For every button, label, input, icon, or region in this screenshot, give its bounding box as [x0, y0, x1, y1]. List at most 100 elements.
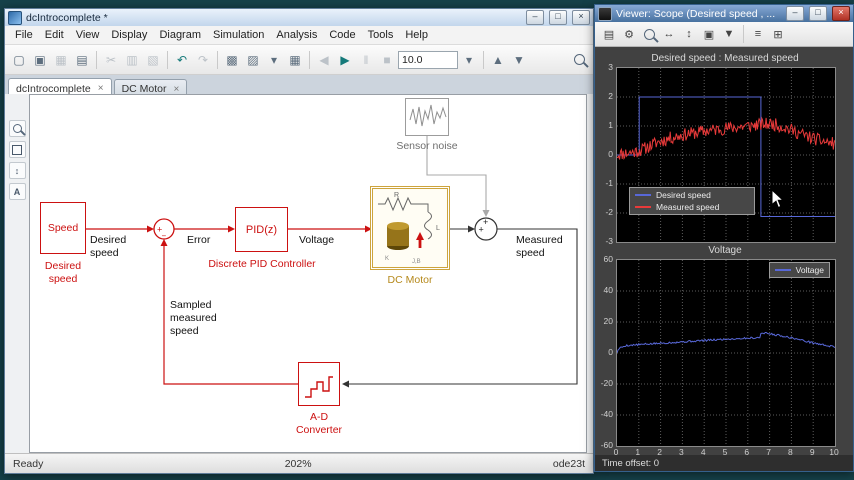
plot-bottom	[616, 259, 836, 447]
y-tick-label: -2	[605, 207, 613, 217]
motor-l-label: L	[436, 225, 440, 232]
desired-speed-source-label: Desired speed	[44, 260, 82, 286]
sensor-noise-label: Sensor noise	[396, 140, 458, 152]
open-model-icon[interactable]: ▣	[30, 50, 50, 70]
legend-top[interactable]: Desired speed Measured speed	[629, 187, 755, 215]
pid-block-text: PID(z)	[245, 223, 278, 236]
toolbar-separator	[217, 50, 218, 69]
library-browser-icon[interactable]: ▩	[222, 50, 242, 70]
sensor-noise-block[interactable]	[405, 98, 449, 136]
y-tick-label: 60	[603, 254, 613, 264]
feedback-label-sampled-measured-speed: Sampled measured speed	[170, 299, 217, 338]
sum1-minus-sign: −	[162, 232, 167, 241]
menu-view[interactable]: View	[70, 28, 106, 42]
y-tick-label: 40	[603, 285, 613, 295]
canvas-area: ↕ A + − + + Speed Desired speed PID(z) D…	[5, 94, 593, 453]
sim-mode-dropdown-icon[interactable]: ▾	[459, 50, 479, 70]
simulink-window: dcIntrocomplete * – □ × File Edit View Disp…	[4, 8, 594, 474]
zoom-level: 202%	[284, 457, 312, 470]
print-icon[interactable]: ▤	[72, 50, 92, 70]
status-ready: Ready	[13, 457, 44, 470]
menu-simulation[interactable]: Simulation	[207, 28, 270, 42]
simulink-app-icon	[8, 10, 22, 25]
autoscale-icon[interactable]: ▣	[700, 25, 718, 43]
y-tick-label: 2	[608, 91, 613, 101]
tab-close-icon[interactable]: ×	[174, 84, 180, 95]
cut-icon: ✂	[105, 52, 117, 67]
maximize-button[interactable]: □	[549, 10, 567, 25]
y-tick-label: -1	[605, 178, 613, 188]
legend-bottom[interactable]: Voltage	[768, 262, 830, 278]
signal-selector-icon[interactable]: ⊞	[769, 25, 787, 43]
library-dropdown-icon[interactable]: ▾	[264, 50, 284, 70]
mouse-cursor	[771, 189, 785, 209]
menu-file[interactable]: File	[9, 28, 39, 42]
undo-icon[interactable]: ↶	[172, 50, 192, 70]
menu-code[interactable]: Code	[323, 28, 361, 42]
menu-analysis[interactable]: Analysis	[270, 28, 323, 42]
menu-tools[interactable]: Tools	[362, 28, 400, 42]
save-axes-settings-icon[interactable]: ▼	[720, 25, 738, 43]
motor-r-label: R	[394, 192, 399, 199]
simulation-stop-time-input[interactable]	[398, 50, 458, 69]
annotation-icon[interactable]: A	[8, 183, 26, 200]
scope-footer: Time offset: 0	[595, 455, 853, 471]
discrete-pid-controller-block[interactable]: PID(z)	[235, 207, 288, 252]
desired-speed-source-block[interactable]: Speed	[40, 202, 86, 254]
y-tick-label: -40	[600, 409, 613, 419]
y-tick-labels-bottom: -60 -40 -20 0 20 40 60	[595, 254, 613, 450]
model-config-icon[interactable]: ▨	[243, 50, 263, 70]
scope-plot-panel: Desired speed : Measured speed -3 -2 -1 0 1 2…	[595, 47, 853, 457]
fit-to-view-icon[interactable]	[8, 141, 26, 158]
menu-edit[interactable]: Edit	[39, 28, 70, 42]
zoom-y-icon[interactable]: ↕	[680, 25, 698, 43]
axes-top-title: Desired speed : Measured speed	[651, 53, 799, 64]
speed-block-text: Speed	[47, 222, 79, 234]
y-tick-label: -20	[600, 378, 613, 388]
tab-label: dcIntrocomplete	[16, 82, 91, 95]
y-tick-label: 20	[603, 316, 613, 326]
scope-parameters-icon[interactable]: ⚙	[620, 25, 638, 43]
zoom-icon[interactable]	[8, 120, 26, 137]
close-button[interactable]: ×	[572, 10, 590, 25]
canvas-tool-strip: ↕ A	[8, 120, 26, 200]
scope-minimize-button[interactable]: –	[786, 6, 804, 21]
zoom-icon[interactable]	[640, 25, 658, 43]
pause-icon: ‖	[363, 52, 369, 67]
ad-converter-block[interactable]	[298, 362, 340, 406]
tab-close-icon[interactable]: ×	[98, 83, 104, 94]
build-icon[interactable]: ▲	[488, 50, 508, 70]
scope-titlebar[interactable]: Viewer: Scope (Desired speed , ... – □ ×	[595, 5, 853, 22]
simulink-titlebar[interactable]: dcIntrocomplete * – □ ×	[5, 9, 593, 26]
search-icon[interactable]	[569, 50, 589, 70]
scope-toolbar: ▤ ⚙ ↔ ↕ ▣ ▼ ≡ ⊞	[595, 22, 853, 47]
toolbar-separator	[309, 50, 310, 69]
y-tick-label: -3	[605, 236, 613, 246]
scope-maximize-button[interactable]: □	[809, 6, 827, 21]
model-explorer-icon[interactable]: ▦	[285, 50, 305, 70]
scope-close-button[interactable]: ×	[832, 6, 850, 21]
new-model-icon[interactable]: ▢	[9, 50, 29, 70]
menu-help[interactable]: Help	[399, 28, 434, 42]
menu-diagram[interactable]: Diagram	[153, 28, 207, 42]
toolbar-separator	[743, 25, 744, 43]
desktop: dcIntrocomplete * – □ × File Edit View Disp…	[0, 0, 854, 480]
save-icon: ▦	[55, 52, 67, 67]
pan-icon[interactable]: ↕	[8, 162, 26, 179]
stop-icon: ■	[383, 52, 391, 67]
run-icon[interactable]: ▶	[335, 50, 355, 70]
zoom-x-icon[interactable]: ↔	[660, 25, 678, 43]
legends-toggle-icon[interactable]: ≡	[749, 25, 767, 43]
more-tools-dropdown-icon[interactable]: ▼	[509, 50, 529, 70]
dc-motor-block[interactable]: R L K J,B	[372, 188, 448, 268]
model-canvas[interactable]: + − + + Speed Desired speed PID(z) Discr…	[29, 94, 587, 453]
zoom-icon	[12, 124, 22, 133]
legend-entry: Voltage	[774, 265, 824, 275]
print-icon[interactable]: ▤	[600, 25, 618, 43]
menu-bar: File Edit View Display Diagram Simulation Anal…	[5, 26, 593, 45]
legend-entry: Desired speed	[635, 190, 749, 200]
window-title: dcIntrocomplete *	[26, 11, 108, 24]
menu-display[interactable]: Display	[105, 28, 153, 42]
minimize-button[interactable]: –	[526, 10, 544, 25]
y-tick-label: 0	[608, 347, 613, 357]
